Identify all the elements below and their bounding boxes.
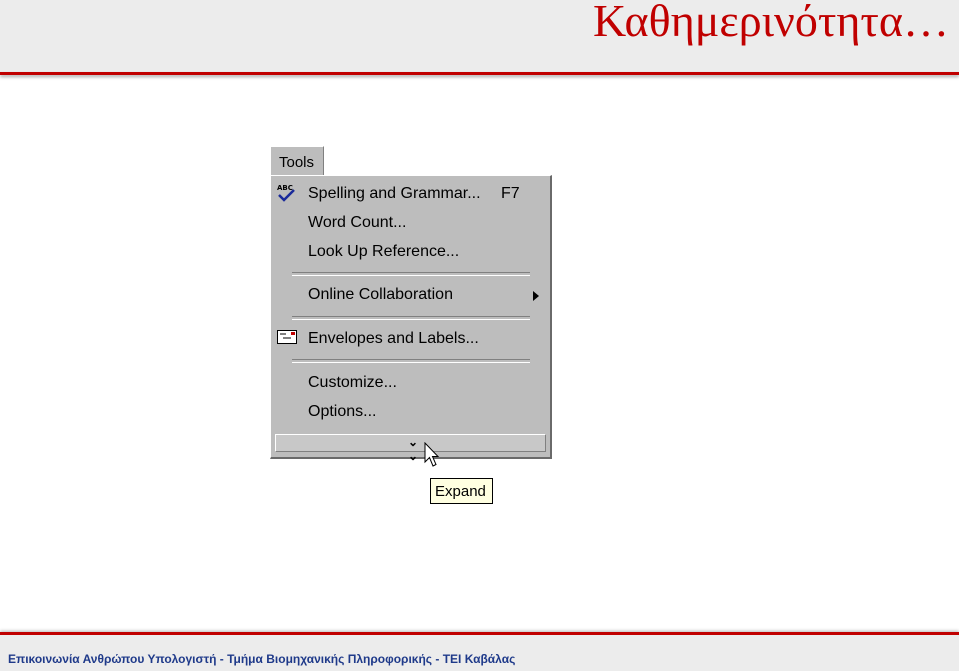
menu-item-spelling-grammar[interactable]: Spelling and Grammar... <box>308 185 481 203</box>
submenu-arrow-icon <box>533 291 539 301</box>
spelling-check-icon: ABC <box>277 184 295 202</box>
menu-item-envelopes-labels[interactable]: Envelopes and Labels... <box>308 330 479 348</box>
menu-expand-button[interactable]: ⌄ ⌄ <box>275 434 546 463</box>
menu-separator <box>292 359 530 363</box>
menu-item-look-up-reference[interactable]: Look Up Reference... <box>308 243 459 261</box>
menu-separator <box>292 272 530 276</box>
slide-header: Καθημερινότητα… <box>0 0 959 72</box>
tools-menu-label: Tools <box>279 154 315 171</box>
tools-dropdown-menu: ABC Spelling and Grammar... F7 Word Coun… <box>270 175 552 463</box>
expand-tooltip: Expand <box>430 478 493 504</box>
footer-text: Επικοινωνία Ανθρώπου Υπολογιστή - Τμήμα … <box>8 652 516 666</box>
mouse-cursor-icon <box>424 442 440 467</box>
spelling-shortcut: F7 <box>501 185 520 202</box>
menu-separator <box>292 316 530 320</box>
envelope-icon <box>277 330 297 344</box>
slide-title: Καθημερινότητα… <box>593 0 949 46</box>
menu-item-online-collaboration[interactable]: Online Collaboration <box>308 286 453 304</box>
menu-item-options[interactable]: Options... <box>308 403 376 421</box>
tooltip-text: Expand <box>435 483 486 500</box>
double-chevron-down-icon: ⌄ ⌄ <box>408 435 419 463</box>
menu-item-customize[interactable]: Customize... <box>308 374 397 392</box>
header-divider <box>0 72 959 75</box>
svg-text:ABC: ABC <box>277 184 293 192</box>
menu-item-word-count[interactable]: Word Count... <box>308 214 406 232</box>
tools-menu-header[interactable]: Tools <box>270 146 324 176</box>
